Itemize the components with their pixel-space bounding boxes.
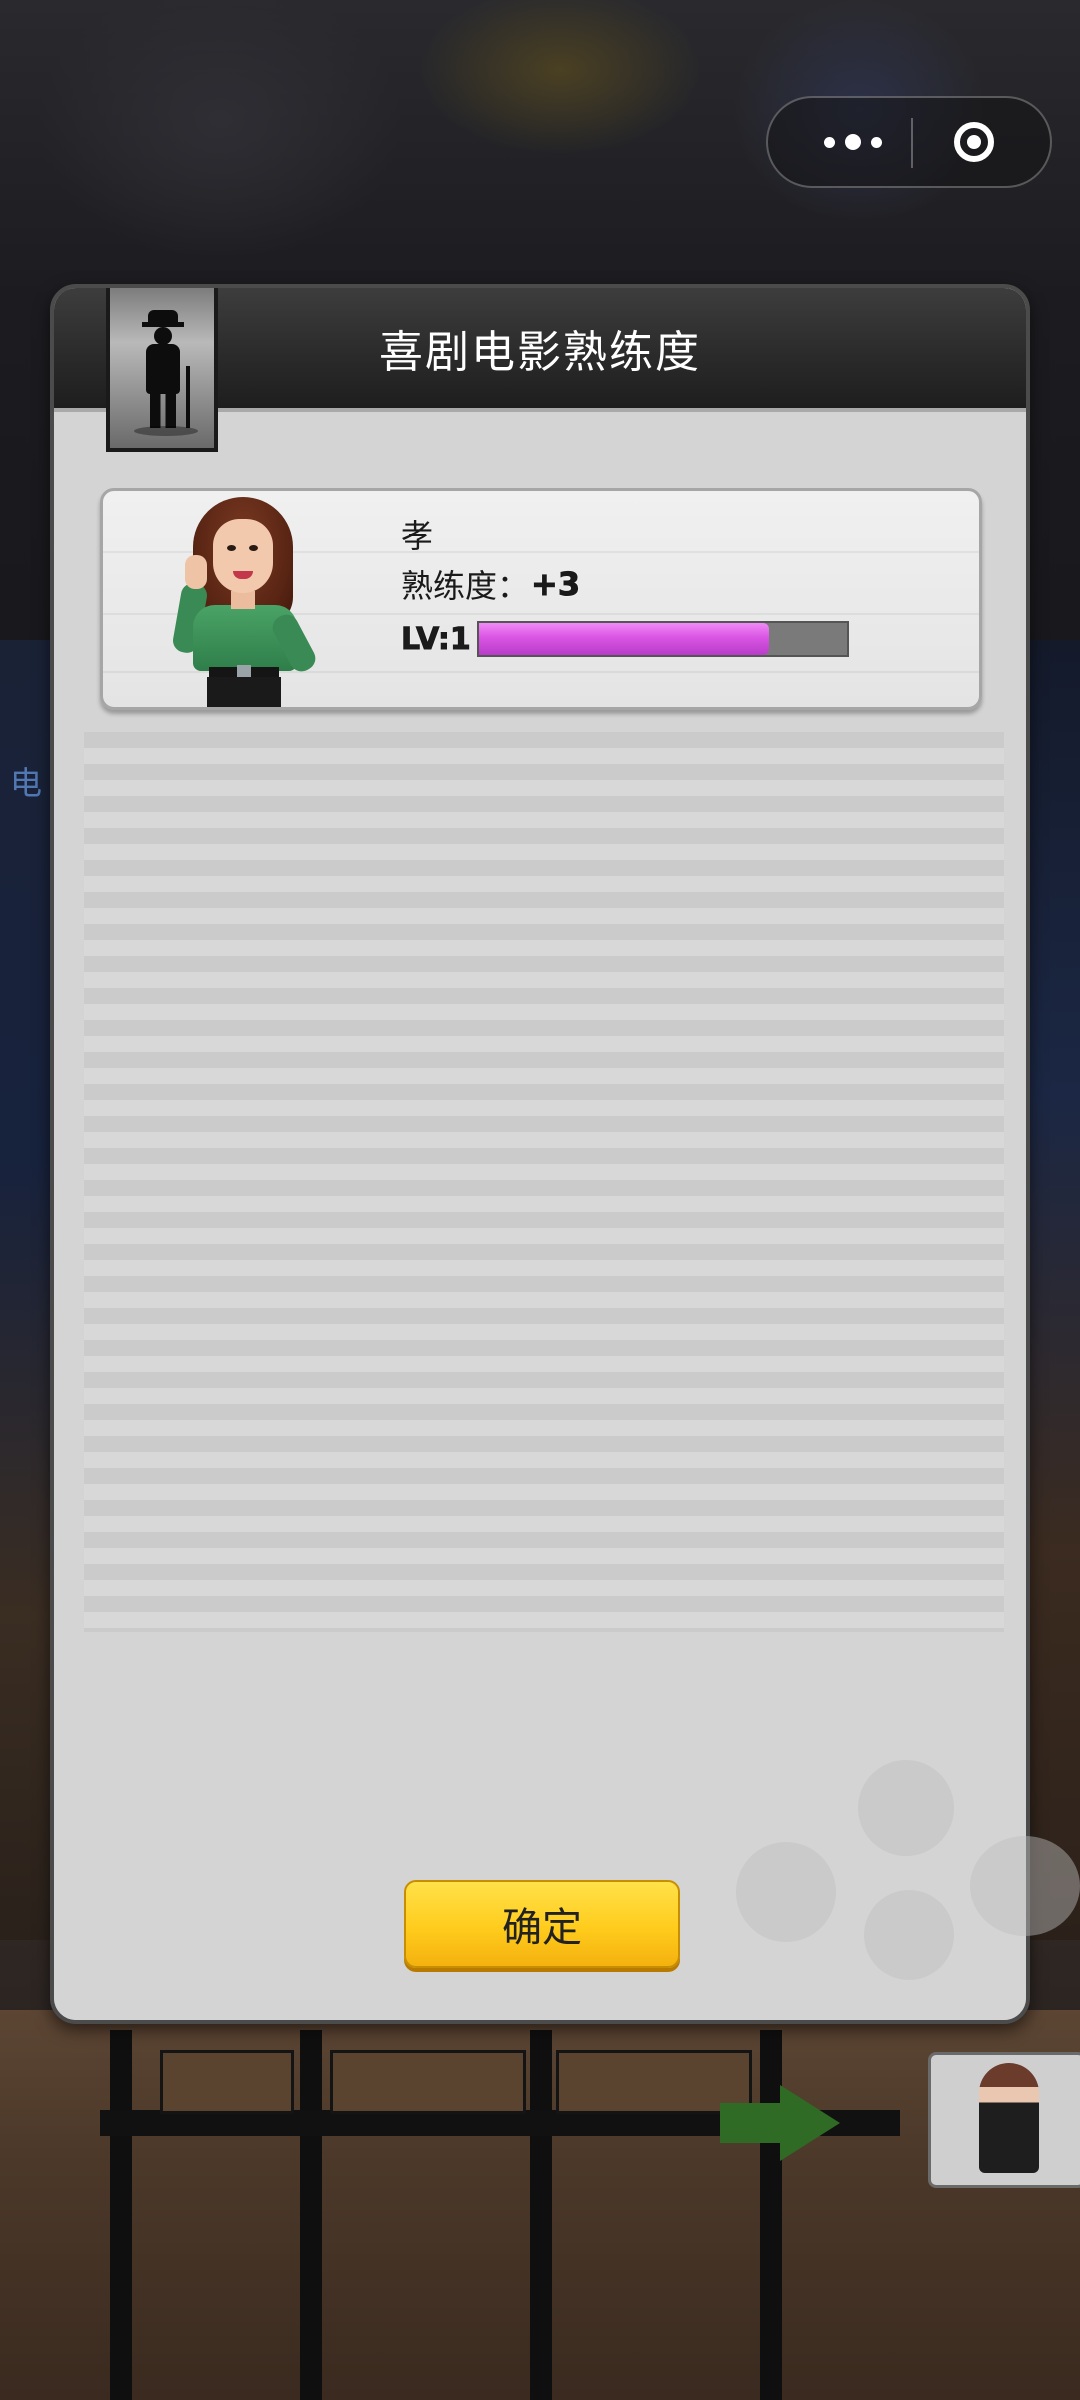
actor-portrait	[163, 497, 323, 707]
actor-card: 孝 熟练度： +3 LV:1	[100, 488, 982, 710]
actor-name: 孝	[401, 517, 434, 555]
level-progress-bar	[476, 621, 849, 657]
background-right-panel	[1030, 640, 1080, 1940]
background-left-label: 电	[10, 764, 43, 802]
proficiency-dialog: 喜剧电影熟练度 孝 熟练度： +3 LV:1 确定	[50, 284, 1030, 2024]
confirm-button[interactable]: 确定	[404, 1880, 680, 1968]
more-button[interactable]	[808, 98, 898, 186]
background-panel	[160, 2050, 294, 2114]
more-dots-icon	[871, 136, 882, 148]
chaplin-silhouette-icon	[106, 288, 218, 452]
proficiency-label: 熟练度：	[401, 567, 530, 605]
proficiency-delta: +3	[531, 565, 581, 604]
level-row: LV:1	[401, 621, 849, 657]
target-circle-icon	[954, 122, 994, 162]
background-post	[760, 2030, 782, 2400]
more-dots-icon	[845, 134, 861, 150]
capsule-divider	[911, 118, 913, 168]
more-dots-icon	[824, 136, 835, 148]
green-arrow-icon	[720, 2103, 782, 2143]
level-label: LV:1	[401, 621, 472, 657]
background-post	[110, 2030, 132, 2400]
level-progress-fill	[478, 623, 770, 655]
joystick-center[interactable]	[864, 1890, 954, 1980]
background-panel	[330, 2050, 526, 2114]
proficiency-row: 熟练度： +3	[401, 561, 581, 607]
miniprogram-capsule	[766, 96, 1052, 188]
joystick-left[interactable]	[736, 1842, 836, 1942]
actor-thumbnail-figure	[979, 2063, 1039, 2173]
background-left-panel	[0, 640, 50, 1940]
green-arrow-head-icon	[780, 2085, 840, 2161]
close-miniprogram-button[interactable]	[944, 112, 1004, 172]
joystick-up[interactable]	[858, 1760, 954, 1856]
joystick-right[interactable]	[970, 1836, 1080, 1936]
background-post	[530, 2030, 552, 2400]
background-post	[300, 2030, 322, 2400]
empty-list-area	[84, 732, 1004, 1632]
actor-thumbnail-card[interactable]	[928, 2052, 1080, 2188]
